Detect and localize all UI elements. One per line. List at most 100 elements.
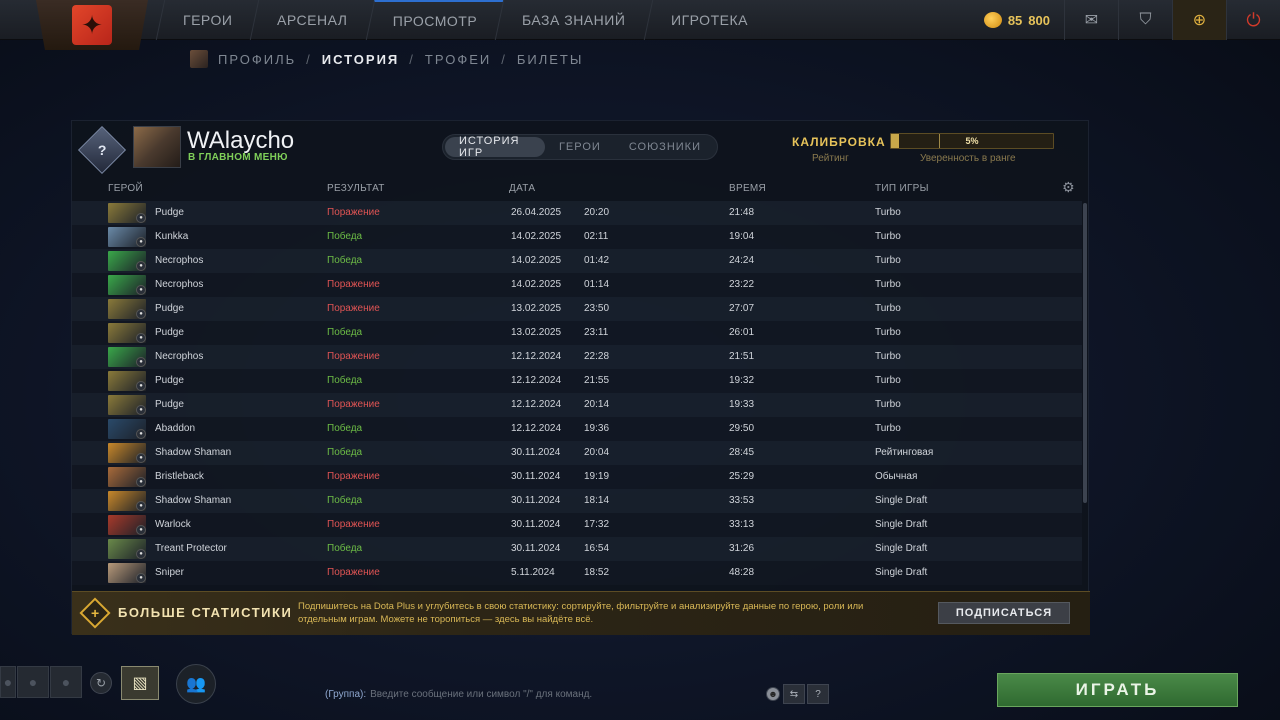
- mail-button[interactable]: ✉: [1064, 0, 1118, 40]
- currency-display[interactable]: 85 800: [970, 12, 1064, 28]
- gear-icon[interactable]: ⚙: [1062, 179, 1075, 196]
- header-result[interactable]: РЕЗУЛЬТАТ: [327, 183, 385, 194]
- match-result: Поражение: [327, 351, 380, 362]
- nav-heroes[interactable]: ГЕРОИ: [155, 0, 259, 40]
- header-duration[interactable]: ВРЕМЯ: [729, 183, 766, 194]
- table-row[interactable]: ● Necrophos Поражение 12.12.2024 22:28 21:51 T…: [72, 345, 1082, 369]
- match-duration: 27:07: [729, 303, 755, 314]
- role-icon: ●: [136, 285, 146, 295]
- table-row[interactable]: ● Pudge Победа 12.12.2024 21:55 19:32 Turbo: [72, 369, 1082, 393]
- role-icon: ●: [136, 381, 146, 391]
- dota-plus-button[interactable]: ⊕: [1172, 0, 1226, 40]
- hero-name: Warlock: [155, 519, 191, 530]
- match-result: Поражение: [327, 207, 380, 218]
- table-row[interactable]: ● Pudge Поражение 26.04.2025 20:20 21:48 Turbo: [72, 201, 1082, 225]
- chat-bar[interactable]: (Группа): Введите сообщение или символ "…: [325, 684, 805, 704]
- dota-plus-banner: + БОЛЬШЕ СТАТИСТИКИ Подпишитесь на Dota …: [72, 591, 1090, 635]
- nav-arsenal[interactable]: АРСЕНАЛ: [250, 0, 375, 40]
- play-button[interactable]: ИГРАТЬ: [997, 673, 1238, 707]
- game-mode: Single Draft: [875, 519, 928, 530]
- match-duration: 24:24: [729, 255, 755, 266]
- refresh-button[interactable]: ↻: [90, 672, 112, 694]
- table-row[interactable]: ● Necrophos Поражение 14.02.2025 01:14 23:22 T…: [72, 273, 1082, 297]
- header-game-mode[interactable]: ТИП ИГРЫ: [875, 183, 929, 194]
- currency-value-a: 85: [1007, 12, 1023, 28]
- header-date[interactable]: ДАТА: [509, 183, 535, 194]
- match-duration: 29:50: [729, 423, 755, 434]
- nav-knowledge-base[interactable]: БАЗА ЗНАНИЙ: [494, 0, 652, 40]
- calibration-progress-bar: 5%: [890, 133, 1054, 149]
- table-row[interactable]: ● Treant Protector Победа 30.11.2024 16:54 31…: [72, 537, 1082, 561]
- match-time: 20:14: [584, 399, 610, 410]
- exit-button[interactable]: ⏻: [1226, 0, 1280, 40]
- party-slot[interactable]: ●: [0, 666, 16, 698]
- match-result: Поражение: [327, 567, 380, 578]
- match-result: Поражение: [327, 279, 380, 290]
- match-time: 17:32: [584, 519, 610, 530]
- chat-channel-button[interactable]: ⇆: [783, 684, 805, 704]
- match-time: 23:11: [584, 327, 609, 338]
- table-row[interactable]: ● Pudge Поражение 12.12.2024 20:14 19:33 Turbo: [72, 393, 1082, 417]
- table-row[interactable]: ● Necrophos Победа 14.02.2025 01:42 24:24 Turb…: [72, 249, 1082, 273]
- friends-icon: 👥: [186, 676, 206, 693]
- emoji-button[interactable]: ☻: [766, 687, 780, 701]
- tab-match-history[interactable]: ИСТОРИЯ ИГР: [445, 135, 545, 159]
- avatar[interactable]: [133, 126, 181, 168]
- match-time: 20:20: [584, 207, 610, 218]
- emblem-icon: ▧: [132, 675, 148, 692]
- party-emblem-button[interactable]: ▧: [121, 666, 159, 700]
- subnav-history[interactable]: ИСТОРИЯ: [322, 52, 400, 67]
- match-duration: 28:45: [729, 447, 755, 458]
- game-mode: Turbo: [875, 255, 901, 266]
- hero-name: Bristleback: [155, 471, 204, 482]
- match-date: 12.12.2024: [511, 375, 562, 386]
- rank-badge[interactable]: ?: [77, 125, 127, 175]
- match-history-panel: ? WAlaycho В ГЛАВНОМ МЕНЮ ИСТОРИЯ ИГР ГЕ…: [71, 120, 1090, 635]
- match-time: 01:42: [584, 255, 610, 266]
- subnav-trophies[interactable]: ТРОФЕИ: [425, 52, 491, 67]
- hero-name: Abaddon: [155, 423, 196, 434]
- table-row[interactable]: ● Sniper Поражение 5.11.2024 18:52 48:28 Singl…: [72, 561, 1082, 585]
- game-mode: Turbo: [875, 231, 901, 242]
- table-row[interactable]: ● Pudge Победа 13.02.2025 23:11 26:01 Turbo: [72, 321, 1082, 345]
- profile-subnav: ПРОФИЛЬ / ИСТОРИЯ / ТРОФЕИ / БИЛЕТЫ: [190, 48, 583, 70]
- chat-channel[interactable]: (Группа):: [325, 689, 366, 700]
- party-slot[interactable]: ●: [50, 666, 82, 698]
- nav-game-library[interactable]: ИГРОТЕКА: [643, 0, 774, 40]
- table-row[interactable]: ● Shadow Shaman Победа 30.11.2024 20:04 28:45…: [72, 441, 1082, 465]
- match-time: 16:54: [584, 543, 610, 554]
- subscribe-button[interactable]: ПОДПИСАТЬСЯ: [938, 602, 1070, 624]
- table-row[interactable]: ● Abaddon Победа 12.12.2024 19:36 29:50 Turbo: [72, 417, 1082, 441]
- table-row[interactable]: ● Kunkka Победа 14.02.2025 02:11 19:04 Turbo: [72, 225, 1082, 249]
- match-duration: 21:48: [729, 207, 755, 218]
- friends-button[interactable]: 👥: [176, 664, 216, 704]
- role-icon: ●: [136, 405, 146, 415]
- header-hero[interactable]: ГЕРОЙ: [108, 183, 143, 194]
- match-date: 14.02.2025: [511, 279, 562, 290]
- party-slot[interactable]: ●: [17, 666, 49, 698]
- tab-heroes[interactable]: ГЕРОИ: [545, 137, 615, 157]
- role-icon: ●: [136, 525, 146, 535]
- power-icon: ⏻: [1246, 9, 1261, 30]
- calibration-percent: 5%: [965, 136, 979, 146]
- armory-button[interactable]: ⛉: [1118, 0, 1172, 40]
- subnav-tickets[interactable]: БИЛЕТЫ: [517, 52, 584, 67]
- dota-logo[interactable]: ✦: [36, 0, 148, 50]
- nav-watch[interactable]: ПРОСМОТР: [365, 0, 504, 40]
- chat-input[interactable]: Введите сообщение или символ "/" для ком…: [370, 689, 592, 700]
- subnav-separator: /: [409, 51, 415, 67]
- chat-help-button[interactable]: ?: [807, 684, 829, 704]
- table-row[interactable]: ● Pudge Поражение 13.02.2025 23:50 27:07 Turbo: [72, 297, 1082, 321]
- subnav-profile[interactable]: ПРОФИЛЬ: [218, 52, 296, 67]
- table-row[interactable]: ● Shadow Shaman Победа 30.11.2024 18:14 33:53…: [72, 489, 1082, 513]
- match-duration: 26:01: [729, 327, 755, 338]
- match-time: 02:11: [584, 231, 609, 242]
- scrollbar[interactable]: [1083, 203, 1087, 503]
- table-row[interactable]: ● Bristleback Поражение 30.11.2024 19:19 25:2…: [72, 465, 1082, 489]
- match-date: 13.02.2025: [511, 327, 562, 338]
- nav-right-controls: 85 800 ✉ ⛉ ⊕ ⏻: [970, 0, 1280, 40]
- profile-name: WAlaycho: [187, 127, 295, 154]
- tab-allies[interactable]: СОЮЗНИКИ: [615, 137, 715, 157]
- table-row[interactable]: ● Warlock Поражение 30.11.2024 17:32 33:13 Sin…: [72, 513, 1082, 537]
- hero-name: Shadow Shaman: [155, 495, 232, 506]
